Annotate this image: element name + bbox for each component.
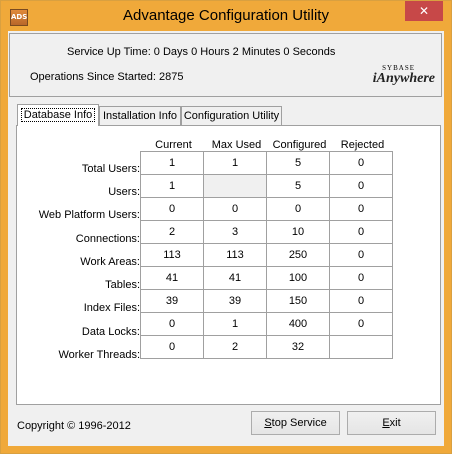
cell-connections-rejected: 0 [329, 220, 393, 244]
cell-users-max-used [203, 174, 267, 198]
col-header-rejected: Rejected [340, 139, 385, 151]
status-panel: Service Up Time: 0 Days 0 Hours 2 Minute… [9, 33, 442, 97]
cell-worker-threads-configured: 32 [266, 335, 330, 359]
col-header-current: Current [155, 139, 192, 151]
cell-web-users-max-used: 0 [203, 197, 267, 221]
col-header-configured: Configured [272, 139, 327, 151]
tab-configuration-utility[interactable]: Configuration Utility [181, 106, 282, 125]
row-label-connections: Connections: [75, 233, 140, 245]
table-row: 0 1 400 0 [140, 312, 393, 336]
cell-total-users-configured: 5 [266, 151, 330, 175]
cell-web-users-current: 0 [140, 197, 204, 221]
table-row: 0 2 32 [140, 335, 393, 359]
cell-connections-max-used: 3 [203, 220, 267, 244]
cell-connections-configured: 10 [266, 220, 330, 244]
cell-tables-current: 41 [140, 266, 204, 290]
cell-total-users-max-used: 1 [203, 151, 267, 175]
row-label-users: Users: [108, 186, 140, 198]
cell-web-users-configured: 0 [266, 197, 330, 221]
table-row: 113 113 250 0 [140, 243, 393, 267]
col-header-max-used: Max Used [211, 139, 262, 151]
logo-big-text: iAnywhere [372, 71, 435, 86]
stats-grid: 1 1 5 0 1 5 0 0 0 0 0 2 3 10 0 113 113 2… [140, 151, 393, 359]
close-icon: ✕ [418, 4, 430, 18]
cell-tables-rejected: 0 [329, 266, 393, 290]
operations-text: Operations Since Started: 2875 [30, 71, 184, 83]
row-label-data-locks: Data Locks: [81, 326, 140, 338]
cell-connections-current: 2 [140, 220, 204, 244]
row-label-worker-threads: Worker Threads: [58, 349, 140, 361]
cell-users-configured: 5 [266, 174, 330, 198]
table-row: 41 41 100 0 [140, 266, 393, 290]
exit-mnemonic: E [382, 417, 390, 429]
tab-installation-info[interactable]: Installation Info [99, 106, 181, 125]
cell-work-areas-current: 113 [140, 243, 204, 267]
cell-work-areas-rejected: 0 [329, 243, 393, 267]
cell-worker-threads-current: 0 [140, 335, 204, 359]
cell-tables-max-used: 41 [203, 266, 267, 290]
cell-users-rejected: 0 [329, 174, 393, 198]
stop-label-rest: top Service [271, 417, 327, 429]
sybase-logo: SYBASE iAnywhere [373, 65, 435, 86]
row-label-web-platform-users: Web Platform Users: [38, 209, 140, 221]
row-label-work-areas: Work Areas: [80, 256, 140, 268]
database-info-panel: Current Max Used Configured Rejected Tot… [16, 125, 441, 405]
cell-work-areas-max-used: 113 [203, 243, 267, 267]
row-label-total-users: Total Users: [81, 163, 140, 175]
tab-label: Installation Info [103, 110, 177, 122]
copyright-text: Copyright © 1996-2012 [17, 420, 131, 432]
cell-web-users-rejected: 0 [329, 197, 393, 221]
table-row: 1 5 0 [140, 174, 393, 198]
stop-service-button[interactable]: Stop Service [251, 411, 340, 435]
row-label-index-files: Index Files: [83, 302, 140, 314]
cell-users-current: 1 [140, 174, 204, 198]
cell-total-users-rejected: 0 [329, 151, 393, 175]
cell-worker-threads-max-used: 2 [203, 335, 267, 359]
main-window: ADS Advantage Configuration Utility ✕ Se… [0, 0, 452, 454]
cell-data-locks-configured: 400 [266, 312, 330, 336]
cell-work-areas-configured: 250 [266, 243, 330, 267]
cell-total-users-current: 1 [140, 151, 204, 175]
stop-mnemonic: S [264, 417, 272, 429]
title-bar[interactable]: ADS Advantage Configuration Utility ✕ [1, 1, 451, 31]
table-row: 1 1 5 0 [140, 151, 393, 175]
table-row: 2 3 10 0 [140, 220, 393, 244]
tab-database-info[interactable]: Database Info [17, 104, 99, 126]
cell-data-locks-max-used: 1 [203, 312, 267, 336]
cell-data-locks-current: 0 [140, 312, 204, 336]
table-row: 0 0 0 0 [140, 197, 393, 221]
uptime-text: Service Up Time: 0 Days 0 Hours 2 Minute… [67, 46, 336, 58]
cell-worker-threads-rejected [329, 335, 393, 359]
table-row: 39 39 150 0 [140, 289, 393, 313]
cell-index-files-rejected: 0 [329, 289, 393, 313]
window-title: Advantage Configuration Utility [123, 7, 329, 24]
tab-label: Configuration Utility [183, 110, 280, 122]
cell-index-files-max-used: 39 [203, 289, 267, 313]
cell-data-locks-rejected: 0 [329, 312, 393, 336]
cell-tables-configured: 100 [266, 266, 330, 290]
close-button[interactable]: ✕ [405, 1, 443, 21]
exit-button[interactable]: Exit [347, 411, 436, 435]
client-area: Service Up Time: 0 Days 0 Hours 2 Minute… [8, 31, 444, 446]
tab-label: Database Info [20, 108, 96, 122]
cell-index-files-current: 39 [140, 289, 204, 313]
row-label-tables: Tables: [105, 279, 140, 291]
exit-label-rest: xit [389, 417, 401, 429]
cell-index-files-configured: 150 [266, 289, 330, 313]
